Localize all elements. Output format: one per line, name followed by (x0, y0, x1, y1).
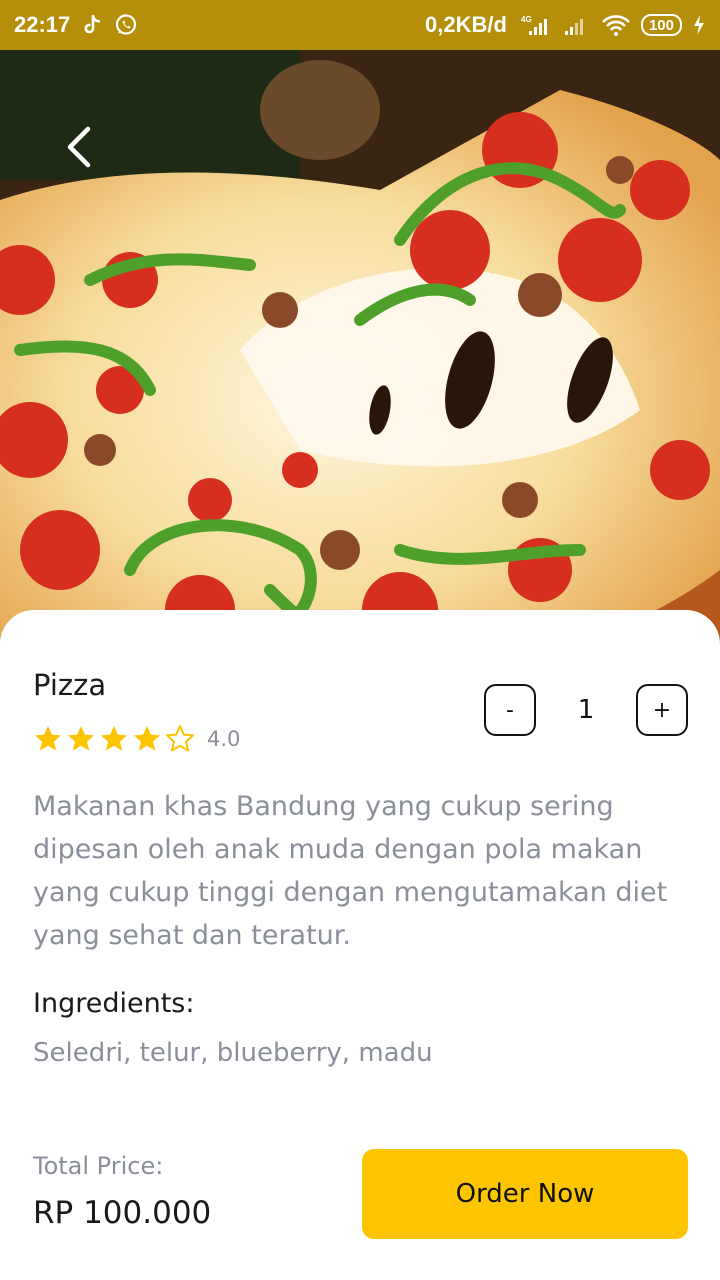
signal-secondary-icon (563, 13, 591, 37)
whatsapp-icon (114, 13, 138, 37)
star-filled-icon (35, 726, 61, 751)
quantity-stepper: - 1 + (484, 684, 688, 736)
rating-value: 4.0 (207, 727, 241, 751)
pizza-photo (0, 50, 720, 650)
charging-icon (692, 14, 706, 36)
total-price-label: Total Price: (33, 1152, 164, 1180)
quantity-value: 1 (577, 695, 595, 725)
ingredients-heading: Ingredients: (33, 988, 195, 1019)
star-filled-icon (68, 726, 94, 751)
status-bar: 22:17 0,2KB/d 4G 100 (0, 0, 720, 50)
wifi-icon (601, 13, 631, 37)
back-button[interactable] (52, 120, 106, 174)
tiktok-icon (82, 14, 102, 36)
product-title: Pizza (33, 668, 107, 702)
ingredients-list: Seledri, telur, blueberry, madu (33, 1038, 433, 1068)
chevron-left-icon (64, 125, 94, 169)
star-filled-icon (134, 726, 160, 751)
status-time: 22:17 (14, 12, 71, 37)
total-price-value: RP 100.000 (33, 1195, 212, 1231)
star-outline-icon (166, 725, 194, 752)
increase-quantity-button[interactable]: + (636, 684, 688, 736)
network-speed: 0,2KB/d (425, 12, 507, 37)
product-detail-card: Pizza 4.0 - 1 + Makanan khas Bandung yan… (0, 610, 720, 1280)
network-type-label: 4G (521, 15, 532, 24)
star-filled-icon (101, 726, 127, 751)
signal-icon: 4G (517, 13, 553, 37)
decrease-quantity-button[interactable]: - (484, 684, 536, 736)
product-description: Makanan khas Bandung yang cukup sering d… (33, 791, 668, 951)
order-now-button[interactable]: Order Now (362, 1149, 688, 1239)
rating-row: 4.0 (33, 724, 240, 754)
star-rating (33, 724, 195, 754)
battery-indicator: 100 (640, 14, 682, 36)
